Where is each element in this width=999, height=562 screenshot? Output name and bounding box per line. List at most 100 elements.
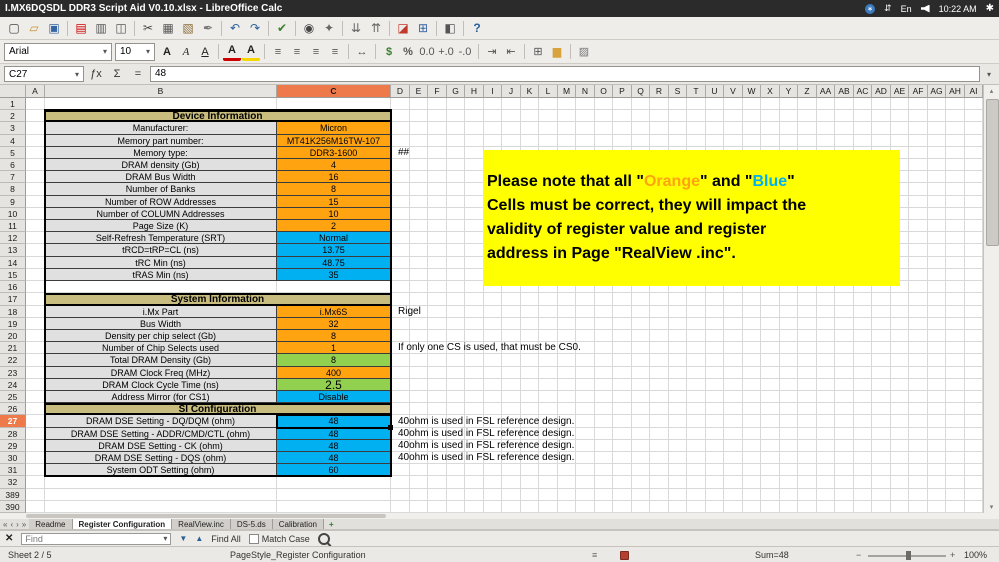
column-header-T[interactable]: T [687, 85, 706, 98]
row-header-11[interactable]: 11 [0, 220, 26, 232]
cell-reference-box[interactable]: C27 ▾ [4, 66, 84, 82]
cell-C13[interactable]: 13.75 [277, 244, 391, 257]
formula-input[interactable]: 48 [150, 66, 980, 82]
sheet-tab-readme[interactable]: Readme [29, 519, 73, 529]
italic-icon[interactable]: A [177, 42, 195, 62]
cell-B15[interactable]: tRAS Min (ns) [45, 269, 277, 281]
column-header-AD[interactable]: AD [872, 85, 891, 98]
undo-icon[interactable]: ↶ [225, 18, 245, 38]
column-header-G[interactable]: G [447, 85, 465, 98]
selection-mode-indicator[interactable]: ≡ [592, 550, 597, 560]
last-sheet-icon[interactable]: » [22, 520, 26, 529]
find-all-button[interactable]: Find All [211, 534, 241, 544]
cell-C20[interactable]: 8 [277, 330, 391, 342]
new-document-icon[interactable]: ▢ [4, 18, 24, 38]
cell-B4[interactable]: Memory part number: [45, 135, 277, 147]
column-header-F[interactable]: F [428, 85, 447, 98]
navigator-icon[interactable]: ✦ [319, 18, 339, 38]
row-header-22[interactable]: 22 [0, 354, 26, 367]
column-header-AH[interactable]: AH [946, 85, 965, 98]
cell-D18-note[interactable]: Rigel [394, 306, 958, 318]
volume-icon[interactable] [920, 4, 930, 13]
row-header-19[interactable]: 19 [0, 318, 26, 330]
row-header-5[interactable]: 5 [0, 147, 26, 159]
cell-B5[interactable]: Memory type: [45, 147, 277, 159]
open-icon[interactable]: ▱ [24, 18, 44, 38]
cell-C23[interactable]: 400 [277, 367, 391, 379]
row-header-10[interactable]: 10 [0, 208, 26, 220]
column-header-O[interactable]: O [595, 85, 613, 98]
cell-C29[interactable]: 48 [277, 440, 391, 452]
column-header-AE[interactable]: AE [891, 85, 909, 98]
select-all-corner[interactable] [0, 85, 26, 98]
sort-ascending-icon[interactable]: ⇊ [346, 18, 366, 38]
cell-C24[interactable]: 2.5 [277, 379, 391, 391]
cell-C5[interactable]: DDR3-1600 [277, 147, 391, 159]
column-header-H[interactable]: H [465, 85, 484, 98]
cell-B9[interactable]: Number of ROW Addresses [45, 196, 277, 208]
column-header-Z[interactable]: Z [798, 85, 817, 98]
document-modified-icon[interactable] [620, 551, 629, 560]
find-next-icon[interactable]: ▼ [179, 534, 187, 543]
align-right-icon[interactable]: ≡ [307, 42, 325, 62]
insert-chart-icon[interactable]: ◪ [393, 18, 413, 38]
conditional-formatting-icon[interactable]: ▨ [575, 42, 593, 62]
row-header-20[interactable]: 20 [0, 330, 26, 342]
cell-B22[interactable]: Total DRAM Density (Gb) [45, 354, 277, 367]
row-header-23[interactable]: 23 [0, 367, 26, 379]
column-header-S[interactable]: S [669, 85, 687, 98]
cell-C15[interactable]: 35 [277, 269, 391, 281]
cell-B8[interactable]: Number of Banks [45, 183, 277, 196]
column-header-L[interactable]: L [539, 85, 558, 98]
section-header-system-information[interactable]: System Information [45, 293, 391, 306]
justify-icon[interactable]: ≡ [326, 42, 344, 62]
column-header-M[interactable]: M [558, 85, 576, 98]
row-header-29[interactable]: 29 [0, 440, 26, 452]
row-header-21[interactable]: 21 [0, 342, 26, 354]
sum-icon[interactable]: Σ [108, 68, 126, 80]
match-case-checkbox[interactable] [248, 533, 259, 544]
row-header-24[interactable]: 24 [0, 379, 26, 391]
cut-icon[interactable]: ✂ [138, 18, 158, 38]
function-wizard-icon[interactable]: ƒx [87, 68, 105, 80]
format-currency-icon[interactable]: $ [380, 42, 398, 62]
row-header-4[interactable]: 4 [0, 135, 26, 147]
horizontal-scrollbar-thumb[interactable] [26, 514, 386, 518]
cell-C19[interactable]: 32 [277, 318, 391, 330]
align-left-icon[interactable]: ≡ [269, 42, 287, 62]
zoom-out-icon[interactable]: − [856, 550, 861, 560]
column-header-P[interactable]: P [613, 85, 632, 98]
cell-C12[interactable]: Normal [277, 232, 391, 244]
sheet-tab-register-configuration[interactable]: Register Configuration [72, 519, 173, 529]
cell-B24[interactable]: DRAM Clock Cycle Time (ns) [45, 379, 277, 391]
format-number-icon[interactable]: 0.0 [418, 42, 436, 62]
column-header-A[interactable]: A [26, 85, 45, 98]
previous-sheet-icon[interactable]: ‹ [10, 520, 13, 529]
row-header-32[interactable]: 32 [0, 476, 26, 489]
row-header-31[interactable]: 31 [0, 464, 26, 476]
paste-icon[interactable]: ▧ [178, 18, 198, 38]
cell-B12[interactable]: Self-Refresh Temperature (SRT) [45, 232, 277, 244]
cell-B29[interactable]: DRAM DSE Setting - CK (ohm) [45, 440, 277, 452]
column-header-I[interactable]: I [484, 85, 502, 98]
save-icon[interactable]: ▣ [44, 18, 64, 38]
cell-B31[interactable]: System ODT Setting (ohm) [45, 464, 277, 476]
decimal-remove-icon[interactable]: -.0 [456, 42, 474, 62]
copy-icon[interactable]: ▦ [158, 18, 178, 38]
cell-D29-note[interactable]: 40ohm is used in FSL reference design. [394, 440, 958, 452]
column-header-AG[interactable]: AG [928, 85, 946, 98]
cell-B28[interactable]: DRAM DSE Setting - ADDR/CMD/CTL (ohm) [45, 428, 277, 440]
cell-C11[interactable]: 2 [277, 220, 391, 232]
cell-B30[interactable]: DRAM DSE Setting - DQS (ohm) [45, 452, 277, 464]
row-header-3[interactable]: 3 [0, 122, 26, 135]
cell-C22[interactable]: 8 [277, 354, 391, 367]
equals-icon[interactable]: = [129, 68, 147, 80]
row-header-14[interactable]: 14 [0, 257, 26, 269]
column-header-Y[interactable]: Y [780, 85, 798, 98]
print-icon[interactable]: ▥ [91, 18, 111, 38]
cell-C4[interactable]: MT41K256M16TW-107 [277, 135, 391, 147]
row-header-2[interactable]: 2 [0, 110, 26, 122]
column-header-J[interactable]: J [502, 85, 521, 98]
cell-C28[interactable]: 48 [277, 428, 391, 440]
cell-B11[interactable]: Page Size (K) [45, 220, 277, 232]
